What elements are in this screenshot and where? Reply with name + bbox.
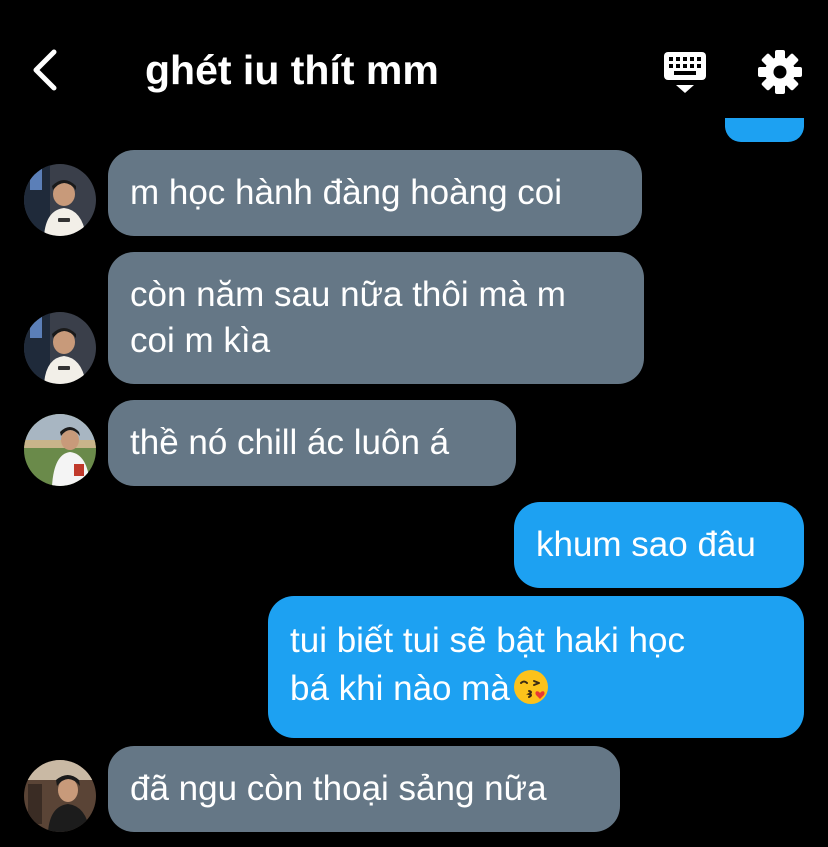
message-text-line: khum sao đâu bbox=[536, 525, 756, 564]
face-blowing-kiss-emoji bbox=[512, 668, 550, 706]
gear-icon bbox=[758, 50, 802, 94]
message-text-line: thề nó chill ác luôn á bbox=[130, 423, 450, 462]
message-bubble-incoming[interactable]: thề nó chill ác luôn á bbox=[108, 400, 516, 486]
message-bubble-incoming[interactable]: m học hành đàng hoàng coi bbox=[108, 150, 642, 236]
message-text-line: tui biết tui sẽ bật haki học bbox=[290, 621, 685, 660]
keyboard-button[interactable] bbox=[658, 48, 712, 96]
message-text-line: đã ngu còn thoại sảng nữa bbox=[130, 769, 547, 808]
settings-button[interactable] bbox=[752, 44, 808, 100]
chevron-left-icon bbox=[33, 49, 57, 91]
avatar-photo-icon bbox=[24, 164, 96, 236]
message-bubble-outgoing[interactable]: khum sao đâu bbox=[514, 502, 804, 588]
message-text-line: coi m kìa bbox=[130, 321, 271, 360]
message-text-line: m học hành đàng hoàng coi bbox=[130, 173, 562, 212]
message-text-line: còn năm sau nữa thôi mà m bbox=[130, 275, 566, 314]
chat-header: ghét iu thít mm bbox=[0, 0, 828, 120]
sender-avatar[interactable] bbox=[24, 312, 96, 384]
avatar-photo-icon bbox=[24, 760, 96, 832]
avatar-photo-icon bbox=[24, 414, 96, 486]
message-line-with-emoji: bá khi nào mà bbox=[290, 666, 782, 712]
sender-avatar[interactable] bbox=[24, 164, 96, 236]
message-bubble-incoming[interactable]: đã ngu còn thoại sảng nữa bbox=[108, 746, 620, 832]
avatar-photo-icon bbox=[24, 312, 96, 384]
conversation-title[interactable]: ghét iu thít mm bbox=[145, 44, 439, 96]
sender-avatar[interactable] bbox=[24, 760, 96, 832]
keyboard-icon bbox=[664, 52, 706, 93]
message-text-line: bá khi nào mà bbox=[290, 669, 510, 708]
sender-avatar[interactable] bbox=[24, 414, 96, 486]
back-button[interactable] bbox=[22, 46, 70, 94]
message-bubble-outgoing[interactable]: tui biết tui sẽ bật haki học bá khi nào … bbox=[268, 596, 804, 738]
message-bubble-incoming[interactable]: còn năm sau nữa thôi mà m coi m kìa bbox=[108, 252, 644, 384]
previous-message-bubble[interactable] bbox=[725, 118, 804, 142]
